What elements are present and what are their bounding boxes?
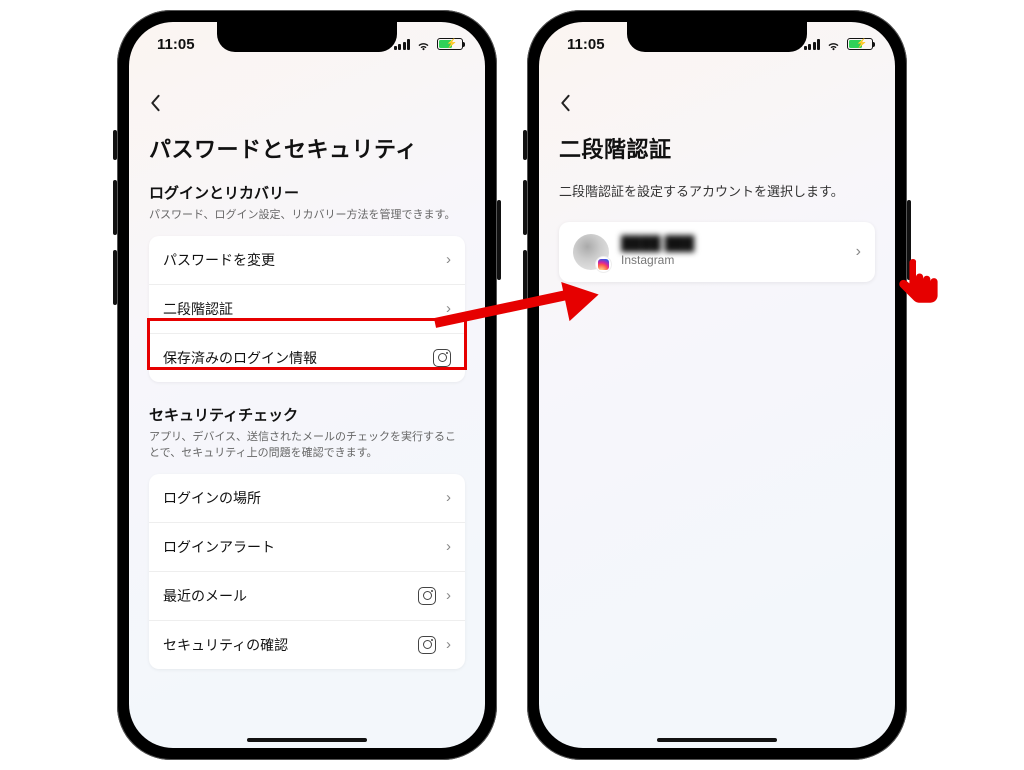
phone-right: 11:05 ⚡ 二段階認証 二段階認証を設定するアカウントを選択します。 ███… (527, 10, 907, 760)
section-title-security: セキュリティチェック (149, 404, 465, 425)
chevron-right-icon: › (446, 636, 451, 653)
chevron-right-icon: › (446, 300, 451, 317)
row-login-location[interactable]: ログインの場所 › (149, 474, 465, 523)
security-check-card: ログインの場所 › ログインアラート › 最近のメール › セキュリティの確認 … (149, 474, 465, 669)
chevron-right-icon: › (446, 251, 451, 268)
account-service: Instagram (621, 253, 694, 268)
home-indicator[interactable] (247, 738, 367, 742)
row-change-password[interactable]: パスワードを変更 › (149, 236, 465, 285)
section-desc-login: パスワード、ログイン設定、リカバリー方法を管理できます。 (149, 207, 465, 224)
instagram-icon (418, 587, 436, 605)
signal-icon (394, 39, 411, 50)
row-login-alert[interactable]: ログインアラート › (149, 523, 465, 572)
row-saved-login[interactable]: 保存済みのログイン情報 (149, 334, 465, 382)
instagram-badge-icon (596, 257, 611, 272)
chevron-right-icon: › (856, 243, 861, 261)
row-security-check[interactable]: セキュリティの確認 › (149, 621, 465, 669)
row-label: ログインの場所 (163, 488, 261, 508)
row-label: 最近のメール (163, 586, 247, 606)
row-recent-mail[interactable]: 最近のメール › (149, 572, 465, 621)
battery-icon: ⚡ (437, 38, 463, 50)
page-title: 二段階認証 (559, 132, 875, 164)
back-button[interactable] (559, 94, 571, 116)
status-time: 11:05 (157, 36, 195, 53)
page-desc: 二段階認証を設定するアカウントを選択します。 (559, 182, 875, 202)
page-title: パスワードとセキュリティ (149, 132, 465, 164)
phone-left: 11:05 ⚡ パスワードとセキュリティ ログインとリカバリー パスワード、ログ… (117, 10, 497, 760)
notch (627, 22, 807, 52)
chevron-left-icon (149, 94, 161, 112)
chevron-right-icon: › (446, 489, 451, 506)
notch (217, 22, 397, 52)
status-time: 11:05 (567, 36, 605, 53)
chevron-right-icon: › (446, 538, 451, 555)
signal-icon (804, 39, 821, 50)
section-title-login: ログインとリカバリー (149, 182, 465, 203)
login-recovery-card: パスワードを変更 › 二段階認証 › 保存済みのログイン情報 (149, 236, 465, 382)
back-button[interactable] (149, 94, 161, 116)
home-indicator[interactable] (657, 738, 777, 742)
pointer-hand-annotation (887, 255, 947, 325)
row-label: ログインアラート (163, 537, 275, 557)
row-label: 保存済みのログイン情報 (163, 348, 317, 368)
row-label: セキュリティの確認 (163, 635, 288, 655)
wifi-icon (415, 36, 432, 53)
wifi-icon (825, 36, 842, 53)
chevron-right-icon: › (446, 587, 451, 604)
instagram-icon (433, 349, 451, 367)
account-name: ████ ███ (621, 235, 694, 253)
row-label: 二段階認証 (163, 299, 233, 319)
row-two-factor[interactable]: 二段階認証 › (149, 285, 465, 334)
account-row[interactable]: ████ ███ Instagram › (559, 222, 875, 282)
instagram-icon (418, 636, 436, 654)
avatar (573, 234, 609, 270)
section-desc-security: アプリ、デバイス、送信されたメールのチェックを実行することで、セキュリティ上の問… (149, 429, 465, 462)
battery-icon: ⚡ (847, 38, 873, 50)
chevron-left-icon (559, 94, 571, 112)
row-label: パスワードを変更 (163, 250, 275, 270)
